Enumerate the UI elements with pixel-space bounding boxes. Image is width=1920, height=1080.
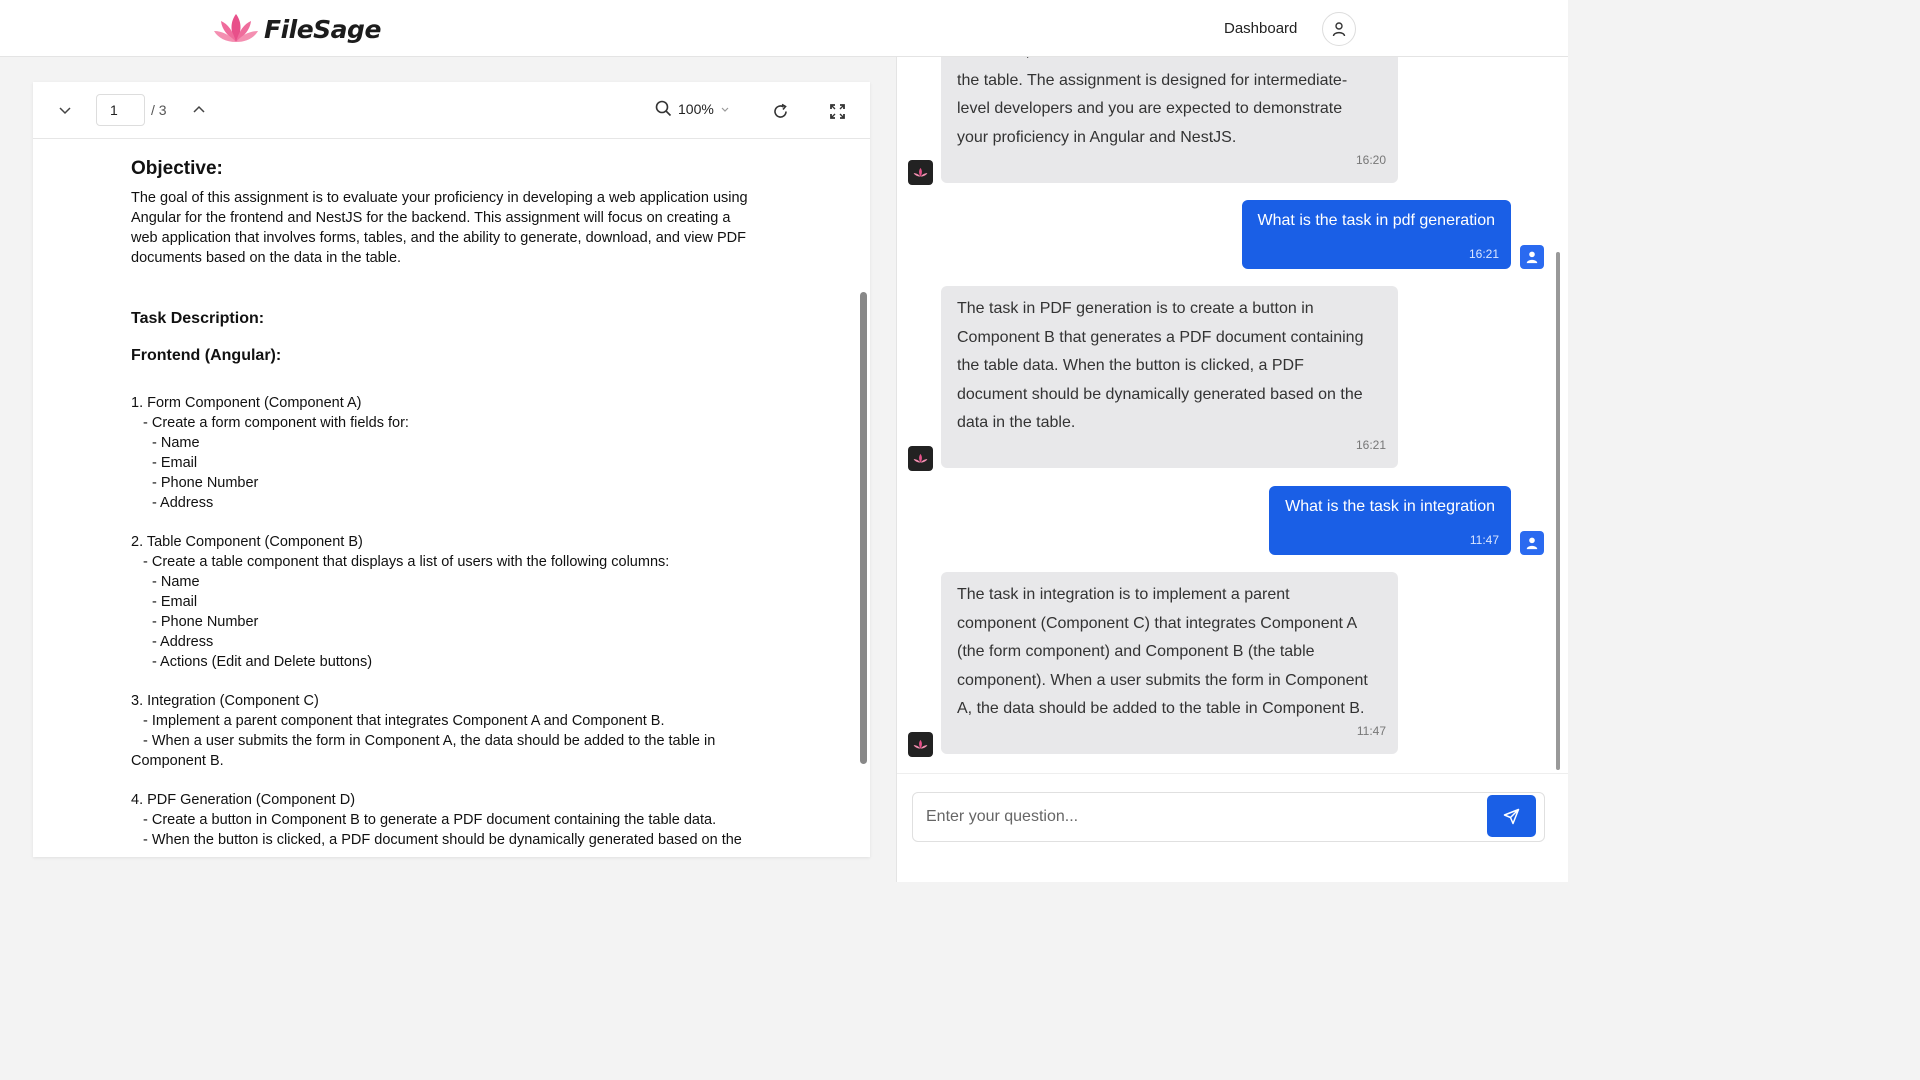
chat-panel: download, and view PDF documents based o… [896,57,1568,882]
doc-line: - When a user submits the form in Compon… [143,733,716,749]
doc-line: - Email [152,455,198,471]
message-time: 16:20 [1355,153,1386,168]
zoom-dropdown[interactable]: 100% [655,100,730,117]
message-line: component (Component C) that integrates … [957,614,1358,632]
lotus-icon [913,167,928,177]
page-total: / 3 [151,102,167,118]
user-icon [1332,22,1346,37]
user-avatar [1520,245,1544,269]
frontend-heading: Frontend (Angular): [131,347,282,364]
message-line: level developers and you are expected to… [957,100,1343,118]
user-message: What is the task in integration 11:47 [1269,486,1511,555]
chevron-down-icon [59,107,71,115]
search-icon [655,100,672,117]
app-logo[interactable]: FileSage [212,12,381,46]
doc-line: - Email [152,594,198,610]
doc-line: Component B. [131,753,224,769]
message-line: the table. The assignment is designed fo… [957,71,1348,89]
chat-input-area [897,773,1568,882]
objective-heading: Objective: [131,158,223,179]
message-line: download, and view PDF documents based o… [957,57,1382,67]
pdf-scrollbar[interactable] [860,292,867,764]
question-input[interactable] [912,792,1545,842]
user-avatar-button[interactable] [1322,12,1356,46]
bot-message: The task in integration is to implement … [941,572,1398,754]
message-line: component). When a user submits the form… [957,671,1368,689]
doc-line: - Phone Number [152,614,259,630]
user-icon [1526,537,1538,550]
message-line: document should be dynamically generated… [957,385,1363,403]
doc-line: - Create a form component with fields fo… [143,415,409,431]
user-avatar [1520,531,1544,555]
chevron-down-icon [721,107,729,112]
fullscreen-button[interactable] [826,100,848,122]
pdf-page-content: Objective: The goal of this assignment i… [131,158,791,850]
objective-line: web application that involves forms, tab… [131,230,746,246]
message-time: 11:47 [1356,724,1386,739]
message-line: Component B that generates a PDF documen… [957,328,1364,346]
rotate-icon [773,103,787,118]
bot-message: download, and view PDF documents based o… [941,57,1398,183]
lotus-icon [214,14,258,42]
message-time: 16:21 [1355,438,1386,453]
message-line: The task in integration is to implement … [957,586,1290,603]
objective-line: documents based on the data in the table… [131,250,402,266]
doc-line: 2. Table Component (Component B) [131,534,363,550]
rotate-button[interactable] [769,100,791,122]
doc-line: - Phone Number [152,475,259,491]
dashboard-link[interactable]: Dashboard [1224,20,1297,37]
doc-line: 3. Integration (Component C) [131,693,319,709]
message-line: your proficiency in Angular and NestJS. [957,128,1237,146]
message-line: (the form component) and Component B (th… [957,643,1315,661]
user-message: What is the task in pdf generation 16:21 [1241,200,1511,269]
message-line: data in the table. [957,414,1076,432]
message-time: 11:47 [1469,533,1499,547]
doc-line: 4. PDF Generation (Component D) [131,792,356,808]
pdf-toolbar: 1 / 3 100% [33,82,870,139]
doc-line: - Implement a parent component that inte… [143,713,665,729]
top-header: FileSage Dashboard [0,0,1568,57]
next-page-button[interactable] [55,100,75,120]
send-button[interactable] [1487,795,1536,837]
message-line: the table data. When the button is click… [957,357,1304,375]
message-text: What is the task in integration [1285,498,1495,515]
fullscreen-icon [829,103,845,119]
chevron-up-icon [193,105,205,113]
page-number-input[interactable]: 1 [96,94,145,126]
previous-page-button[interactable] [189,100,209,120]
task-heading: Task Description: [131,310,265,327]
bot-avatar [908,732,933,757]
message-line: A, the data should be added to the table… [957,700,1365,718]
message-line: The task in PDF generation is to create … [957,300,1314,317]
message-time: 16:21 [1468,247,1499,261]
pdf-viewer: 1 / 3 100% Objective: The goal of this a… [33,82,870,857]
bot-message: The task in PDF generation is to create … [941,286,1398,468]
doc-line: - When the button is clicked, a PDF docu… [143,832,742,848]
chat-scrollbar[interactable] [1556,252,1560,770]
zoom-level: 100% [678,100,714,117]
doc-line: - Create a button in Component B to gene… [143,812,717,828]
send-icon [1503,808,1520,824]
doc-line: - Actions (Edit and Delete buttons) [152,654,373,670]
message-text: What is the task in pdf generation [1257,212,1495,229]
objective-line: The goal of this assignment is to evalua… [131,190,748,206]
doc-line: 1. Form Component (Component A) [131,395,362,411]
user-icon [1526,251,1538,264]
lotus-icon [913,453,928,463]
lotus-icon [913,739,928,749]
doc-line: - Create a table component that displays… [143,554,670,570]
doc-line: - Name [152,574,200,590]
bot-avatar [908,160,933,185]
bot-avatar [908,446,933,471]
objective-line: Angular for the frontend and NestJS for … [131,210,731,226]
doc-line: - Address [152,495,214,511]
app-name: FileSage [264,14,381,44]
doc-line: - Name [152,435,200,451]
doc-line: - Address [152,634,214,650]
